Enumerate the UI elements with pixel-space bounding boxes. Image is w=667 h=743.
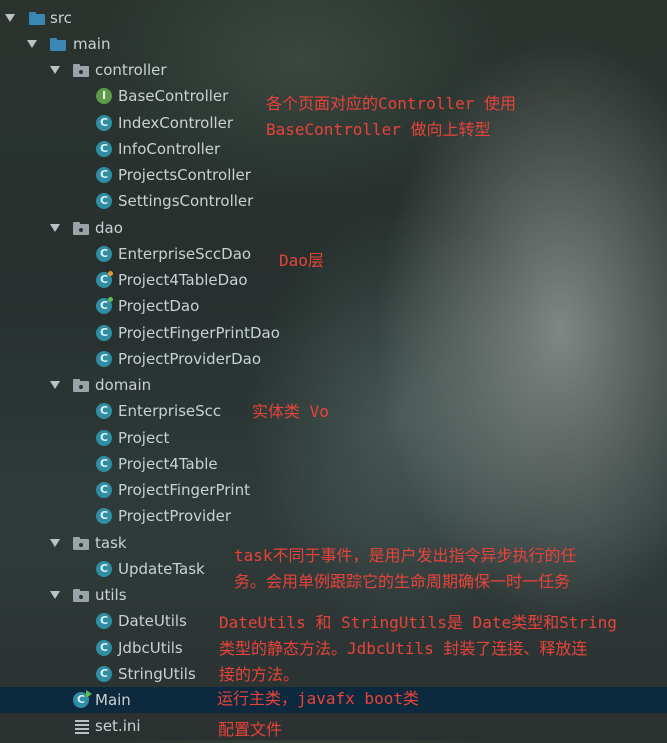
annotation-controller: 各个页面对应的Controller 使用 BaseController 做向上转型 <box>266 94 516 139</box>
package-icon <box>73 535 89 551</box>
class-icon: C <box>96 640 112 656</box>
tree-node-set-ini[interactable]: set.ini <box>0 713 667 739</box>
class-icon: C <box>96 271 113 288</box>
class-icon: C <box>96 430 112 446</box>
tree-label: ProjectProviderDao <box>118 350 261 368</box>
tree-label: ProjectFingerPrintDao <box>118 324 280 342</box>
tree-label: ProjectsController <box>118 166 251 184</box>
chevron-down-icon[interactable] <box>50 381 60 389</box>
tree-label: JdbcUtils <box>118 639 183 657</box>
tree-node-enterprisescc[interactable]: C EnterpriseScc <box>0 398 667 424</box>
tree-label: task <box>95 534 127 552</box>
tree-label: ProjectProvider <box>118 507 232 525</box>
class-icon: C <box>96 325 112 341</box>
tree-label: src <box>50 9 72 27</box>
chevron-down-icon[interactable] <box>5 14 15 22</box>
main-class-icon: C <box>73 690 92 708</box>
class-icon: C <box>96 297 113 314</box>
tree-node-projectproviderdao[interactable]: C ProjectProviderDao <box>0 346 667 372</box>
tree-node-dao[interactable]: dao <box>0 215 667 241</box>
chevron-down-icon[interactable] <box>50 539 60 547</box>
chevron-down-icon[interactable] <box>27 40 37 48</box>
class-icon: C <box>96 115 112 131</box>
tree-node-projectscontroller[interactable]: C ProjectsController <box>0 162 667 188</box>
tree-label: utils <box>95 586 127 604</box>
annotation-domain: 实体类 Vo <box>252 402 329 421</box>
annotation-main: 运行主类，javafx boot类 <box>217 689 419 708</box>
tree-node-projectprovider[interactable]: C ProjectProvider <box>0 503 667 529</box>
chevron-down-icon[interactable] <box>50 224 60 232</box>
tree-node-main[interactable]: main <box>0 31 667 57</box>
interface-icon: I <box>96 88 112 104</box>
class-icon: C <box>96 508 112 524</box>
tree-node-controller[interactable]: controller <box>0 57 667 83</box>
tree-label: EnterpriseSccDao <box>118 245 252 263</box>
tree-node-projectdao[interactable]: C ProjectDao <box>0 293 667 319</box>
tree-node-project[interactable]: C Project <box>0 425 667 451</box>
tree-node-enterprisesccdao[interactable]: C EnterpriseSccDao <box>0 241 667 267</box>
annotation-utils: DateUtils 和 StringUtils是 Date类型和String 类型… <box>219 613 617 684</box>
package-icon <box>73 62 89 78</box>
tree-label: DateUtils <box>118 612 187 630</box>
tree-label: StringUtils <box>118 665 196 683</box>
tree-node-project4tabledao[interactable]: C Project4TableDao <box>0 267 667 293</box>
class-icon: C <box>96 613 112 629</box>
tree-node-project4table[interactable]: C Project4Table <box>0 451 667 477</box>
tree-label: main <box>73 35 111 53</box>
tree-label: dao <box>95 219 123 237</box>
class-icon: C <box>96 403 112 419</box>
class-icon: C <box>96 456 112 472</box>
tree-label: ProjectFingerPrint <box>118 481 250 499</box>
annotation-dao: Dao层 <box>279 251 324 270</box>
tree-label: set.ini <box>95 717 141 735</box>
class-icon: C <box>96 561 112 577</box>
tree-label: SettingsController <box>118 192 254 210</box>
chevron-down-icon[interactable] <box>50 66 60 74</box>
package-icon <box>73 587 89 603</box>
annotation-ini: 配置文件 <box>218 720 283 739</box>
tree-node-src[interactable]: src <box>0 5 667 31</box>
tree-label: UpdateTask <box>118 560 205 578</box>
chevron-down-icon[interactable] <box>50 591 60 599</box>
class-icon: C <box>96 351 112 367</box>
tree-label: InfoController <box>118 140 221 158</box>
tree-label: BaseController <box>118 87 229 105</box>
tree-label: controller <box>95 61 167 79</box>
class-icon: C <box>96 246 112 262</box>
class-icon: C <box>96 167 112 183</box>
package-icon <box>73 377 89 393</box>
tree-label: domain <box>95 376 152 394</box>
tree-label: ProjectDao <box>118 297 200 315</box>
class-icon: C <box>96 193 112 209</box>
tree-label: Project <box>118 429 170 447</box>
tree-node-projectfingerprintdao[interactable]: C ProjectFingerPrintDao <box>0 320 667 346</box>
package-icon <box>73 220 89 236</box>
tree-node-settingscontroller[interactable]: C SettingsController <box>0 188 667 214</box>
class-icon: C <box>96 482 112 498</box>
folder-icon <box>50 36 66 52</box>
class-icon: C <box>96 666 112 682</box>
tree-node-projectfingerprint[interactable]: C ProjectFingerPrint <box>0 477 667 503</box>
tree-label: Project4TableDao <box>118 271 248 289</box>
tree-label: Project4Table <box>118 455 218 473</box>
tree-label: Main <box>95 691 131 709</box>
tree-label: IndexController <box>118 114 234 132</box>
tree-node-domain[interactable]: domain <box>0 372 667 398</box>
annotation-task: task不同于事件，是用户发出指令异步执行的任 务。会用单例跟踪它的生命周期确保一… <box>234 546 577 591</box>
folder-icon <box>29 10 45 26</box>
class-icon: C <box>96 141 112 157</box>
settings-file-icon <box>75 718 89 734</box>
tree-label: EnterpriseScc <box>118 402 222 420</box>
